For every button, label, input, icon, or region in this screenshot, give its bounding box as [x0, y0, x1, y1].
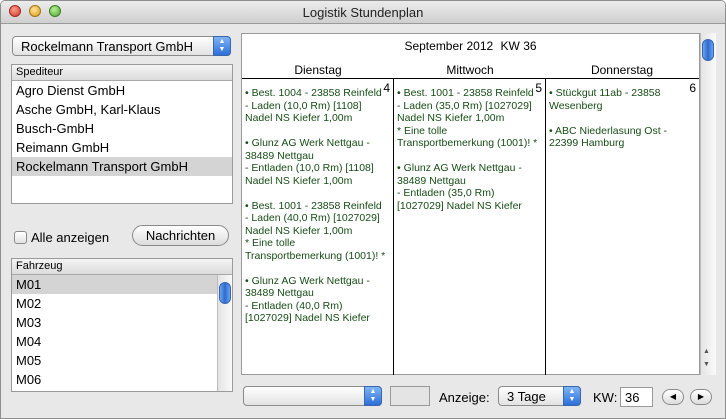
- day-entries: • Best. 1004 - 23858 Reinfeld - Laden (1…: [245, 87, 390, 337]
- calendar-month: September 2012: [404, 39, 494, 53]
- scroll-down-icon[interactable]: ▼: [703, 361, 710, 368]
- spediteur-item[interactable]: Busch-GmbH: [12, 119, 232, 138]
- anzeige-label: Anzeige:: [439, 390, 490, 405]
- fahrzeug-item[interactable]: M02: [12, 294, 232, 313]
- calendar-entry[interactable]: • Best. 1001 - 23858 Reinfeld - Laden (3…: [397, 87, 542, 150]
- week-calendar: September 2012 KW 36 Dienstag Mittwoch D…: [241, 33, 700, 375]
- kw-label: KW:: [593, 390, 618, 405]
- anzeige-popup-value: 3 Tage: [507, 389, 546, 404]
- calendar-entry[interactable]: • Glunz AG Werk Nettgau - 38489 Nettgau …: [245, 275, 390, 325]
- spediteur-item[interactable]: Agro Dienst GmbH: [12, 81, 232, 100]
- spediteur-item[interactable]: Asche GmbH, Karl-Klaus: [12, 100, 232, 119]
- calendar-header: September 2012 KW 36: [242, 39, 699, 53]
- fahrzeug-list: Fahrzeug M01 M02 M03 M04 M05 M06: [11, 258, 233, 392]
- spediteur-item[interactable]: Reimann GmbH: [12, 138, 232, 157]
- show-all-checkbox[interactable]: [14, 231, 27, 244]
- calendar-entry[interactable]: • Best. 1001 - 23858 Reinfeld - Laden (4…: [245, 200, 390, 263]
- kw-input-value: 36: [625, 390, 640, 405]
- calendar-scroll-knob[interactable]: [702, 39, 714, 61]
- spediteur-column-header[interactable]: Spediteur: [12, 65, 232, 81]
- window-title: Logistik Stundenplan: [302, 5, 424, 20]
- spediteur-popup[interactable]: Rockelmann Transport GmbH ▲ ▼: [12, 36, 231, 56]
- app-window: Logistik Stundenplan Rockelmann Transpor…: [0, 0, 726, 419]
- title-bar: Logistik Stundenplan: [1, 1, 725, 24]
- previous-week-button[interactable]: ◀: [662, 389, 684, 405]
- day-entries: • Best. 1001 - 23858 Reinfeld - Laden (3…: [397, 87, 542, 225]
- day-name: Dienstag: [294, 63, 342, 77]
- day-column-tuesday[interactable]: 4 • Best. 1004 - 23858 Reinfeld - Laden …: [242, 78, 394, 375]
- messages-button[interactable]: Nachrichten: [132, 225, 229, 246]
- calendar-scrollbar[interactable]: ▲ ▼: [700, 33, 716, 375]
- scroll-up-icon[interactable]: ▲: [703, 348, 710, 355]
- popup-arrows-icon: ▲ ▼: [563, 386, 581, 406]
- day-name: Mittwoch: [446, 63, 494, 77]
- day-name: Donnerstag: [590, 63, 654, 77]
- fahrzeug-item[interactable]: M03: [12, 313, 232, 332]
- blank-field: [390, 386, 430, 406]
- calendar-entry[interactable]: • Glunz AG Werk Nettgau - 38489 Nettgau …: [245, 137, 390, 187]
- spediteur-item-selected[interactable]: Rockelmann Transport GmbH: [12, 157, 232, 176]
- anzeige-popup[interactable]: 3 Tage ▲ ▼: [498, 386, 581, 406]
- show-all-label: Alle anzeigen: [31, 230, 110, 245]
- popup-arrows-icon: ▲ ▼: [364, 386, 382, 406]
- popup-arrows-icon: ▲ ▼: [213, 36, 231, 56]
- calendar-entry[interactable]: • Stückgut 11ab - 23858 Wesenberg: [549, 87, 696, 112]
- bottom-left-popup[interactable]: ▲ ▼: [243, 386, 382, 406]
- spediteur-list: Spediteur Agro Dienst GmbH Asche GmbH, K…: [11, 64, 233, 204]
- spediteur-popup-value: Rockelmann Transport GmbH: [21, 39, 193, 54]
- calendar-entry[interactable]: • ABC Niederlasung Ost - 22399 Hamburg: [549, 125, 696, 150]
- fahrzeug-scrollbar[interactable]: [217, 275, 232, 391]
- fahrzeug-item-selected[interactable]: M01: [12, 275, 232, 294]
- next-week-button[interactable]: ▶: [690, 389, 712, 405]
- fahrzeug-scroll-knob[interactable]: [219, 282, 231, 304]
- day-column-wednesday[interactable]: 5 • Best. 1001 - 23858 Reinfeld - Laden …: [394, 78, 546, 375]
- calendar-week: KW 36: [500, 39, 537, 53]
- fahrzeug-item[interactable]: M05: [12, 351, 232, 370]
- kw-input[interactable]: 36: [620, 387, 653, 407]
- day-entries: • Stückgut 11ab - 23858 Wesenberg • ABC …: [549, 87, 696, 162]
- calendar-entry[interactable]: • Best. 1004 - 23858 Reinfeld - Laden (1…: [245, 87, 390, 125]
- fahrzeug-column-header[interactable]: Fahrzeug: [12, 259, 232, 275]
- calendar-entry[interactable]: • Glunz AG Werk Nettgau - 38489 Nettgau …: [397, 162, 542, 212]
- fahrzeug-item[interactable]: M04: [12, 332, 232, 351]
- fahrzeug-item[interactable]: M06: [12, 370, 232, 389]
- day-column-thursday[interactable]: 6 • Stückgut 11ab - 23858 Wesenberg • AB…: [546, 78, 699, 375]
